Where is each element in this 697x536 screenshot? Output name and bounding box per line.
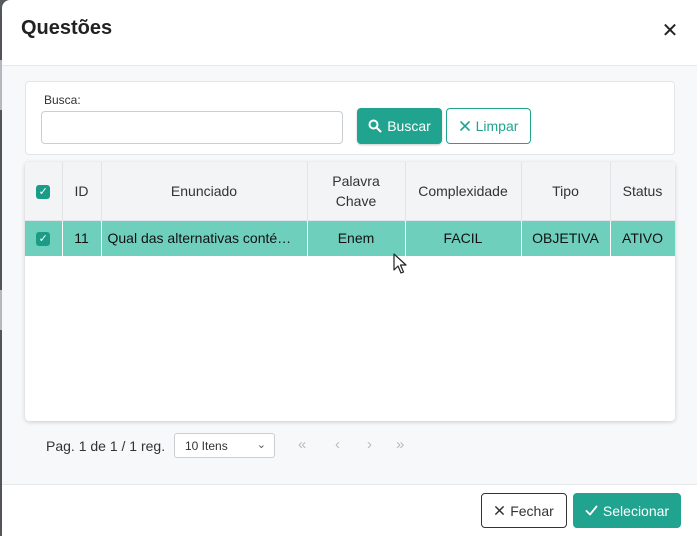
questions-table-panel: ✓ ID Enunciado Palavra Chave Complexidad… <box>25 162 675 421</box>
modal-title: Questões <box>21 17 113 39</box>
column-header-status[interactable]: Status <box>610 162 675 221</box>
modal-footer: Fechar Selecionar <box>2 484 697 536</box>
buscar-button[interactable]: Buscar <box>357 108 442 144</box>
row-checkbox[interactable]: ✓ <box>25 220 63 256</box>
next-page-icon[interactable]: › <box>367 436 372 453</box>
column-header-palavra-chave[interactable]: Palavra Chave <box>307 162 406 221</box>
page-size-value: 10 Itens <box>185 439 228 453</box>
column-header-complexidade[interactable]: Complexidade <box>405 162 522 221</box>
cell-id: 11 <box>62 220 102 256</box>
table-header-row: ✓ ID Enunciado Palavra Chave Complexidad… <box>25 162 675 221</box>
close-icon <box>495 506 505 515</box>
cell-palavra-chave: Enem <box>307 220 406 256</box>
limpar-button[interactable]: Limpar <box>446 108 531 144</box>
questions-table: ✓ ID Enunciado Palavra Chave Complexidad… <box>25 162 675 256</box>
fechar-button[interactable]: Fechar <box>481 493 567 528</box>
pagination-info: Pag. 1 de 1 / 1 reg. <box>46 438 166 454</box>
search-icon <box>368 119 382 133</box>
search-input[interactable] <box>41 111 343 144</box>
cell-status: ATIVO <box>610 220 675 256</box>
pagination: Pag. 1 de 1 / 1 reg. 10 Itens ⌄ « ‹ › » <box>2 432 697 460</box>
modal-header: Questões ✕ <box>2 0 697 66</box>
search-panel: Busca: Buscar Limpar <box>25 81 675 155</box>
cell-enunciado: Qual das alternativas conté… <box>101 220 308 256</box>
column-header-id[interactable]: ID <box>62 162 102 221</box>
chevron-down-icon: ⌄ <box>256 439 266 451</box>
search-label: Busca: <box>44 93 81 107</box>
prev-page-icon[interactable]: ‹ <box>335 436 340 453</box>
table-row[interactable]: ✓ 11 Qual das alternativas conté… Enem F… <box>25 220 675 256</box>
questoes-modal: Questões ✕ Busca: Buscar Limpar ✓ ID Enu… <box>2 0 697 536</box>
check-icon <box>585 505 598 516</box>
buscar-label: Buscar <box>387 118 431 134</box>
last-page-icon[interactable]: » <box>396 436 404 453</box>
selecionar-label: Selecionar <box>602 502 670 519</box>
page-size-select[interactable]: 10 Itens ⌄ <box>174 433 275 458</box>
close-icon[interactable]: ✕ <box>661 21 679 41</box>
selecionar-button[interactable]: Selecionar <box>573 493 681 528</box>
limpar-label: Limpar <box>475 118 519 134</box>
cell-complexidade: FACIL <box>405 220 522 256</box>
first-page-icon[interactable]: « <box>298 436 306 453</box>
column-header-enunciado[interactable]: Enunciado <box>101 162 308 221</box>
fechar-label: Fechar <box>510 502 554 519</box>
mouse-cursor-icon <box>393 253 407 274</box>
cell-tipo: OBJETIVA <box>521 220 611 256</box>
column-header-tipo[interactable]: Tipo <box>521 162 611 221</box>
clear-icon <box>459 121 470 131</box>
modal-body: Busca: Buscar Limpar ✓ ID Enunciado Pala… <box>2 66 697 484</box>
select-all-checkbox[interactable]: ✓ <box>25 162 63 221</box>
